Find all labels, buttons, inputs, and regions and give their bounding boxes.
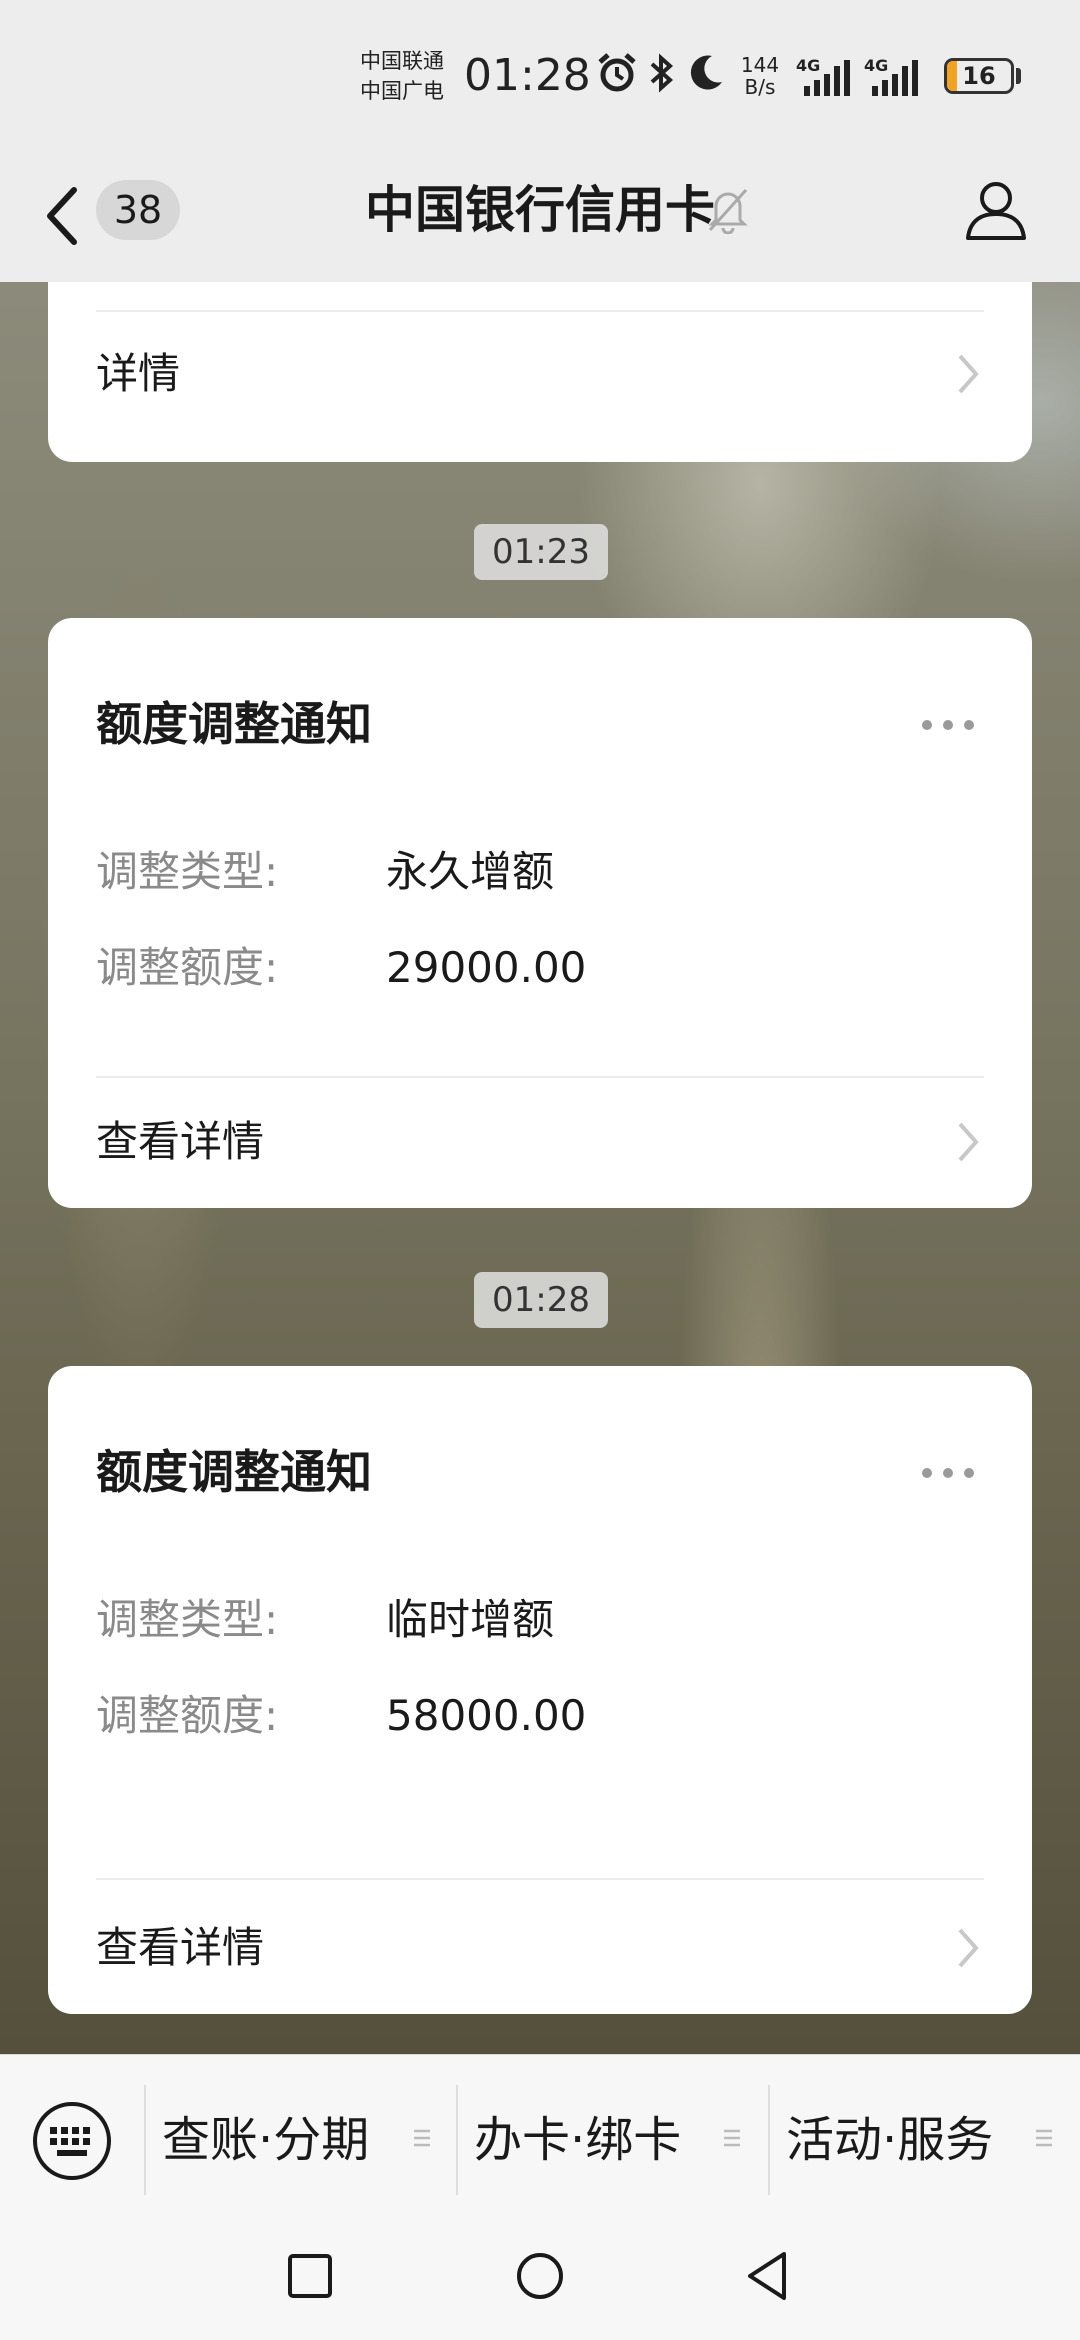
carrier-info: 中国联通 中国广电 — [360, 46, 460, 106]
view-details-label: 查看详情 — [96, 1923, 265, 1972]
mute-bell-icon — [708, 188, 748, 234]
battery-level: 16 — [962, 62, 996, 90]
adjustment-type-label: 调整类型: — [96, 1595, 279, 1644]
page-title: 中国银行信用卡 — [365, 181, 715, 239]
submenu-icon — [414, 2129, 430, 2147]
card-divider — [96, 1878, 984, 1880]
menu-divider — [456, 2085, 458, 2195]
menu-divider — [144, 2085, 146, 2195]
alarm-icon — [598, 53, 636, 92]
detail-link[interactable]: 详情 — [96, 346, 992, 402]
adjustment-amount-value: 29000.00 — [386, 943, 587, 992]
menu-item-activities-services[interactable]: 活动·服务 — [786, 2095, 993, 2185]
card-title: 额度调整通知 — [96, 697, 372, 751]
signal-icon — [804, 60, 850, 96]
net-speed-value: 144 — [740, 53, 780, 77]
card-title: 额度调整通知 — [96, 1445, 372, 1499]
carrier-name-2: 中国广电 — [360, 79, 444, 103]
menu-item-apply-bind-card[interactable]: 办卡·绑卡 — [474, 2095, 681, 2185]
system-nav-bar — [0, 2224, 1080, 2340]
timestamp: 01:23 — [474, 524, 608, 580]
adjustment-type-value: 永久增额 — [386, 847, 555, 896]
adjustment-type-value: 临时增额 — [386, 1595, 555, 1644]
view-details-label: 查看详情 — [96, 1117, 265, 1166]
home-icon[interactable] — [514, 2248, 566, 2304]
carrier-name-1: 中国联通 — [360, 49, 444, 73]
message-card[interactable]: 额度调整通知 调整类型: 永久增额 调整额度: 29000.00 查看详情 — [48, 618, 1032, 1208]
detail-link-label: 详情 — [96, 349, 181, 398]
view-details-link[interactable]: 查看详情 — [96, 1920, 992, 1976]
adjustment-amount-label: 调整额度: — [96, 1691, 279, 1740]
signal-icon — [872, 60, 918, 96]
submenu-icon — [1036, 2129, 1052, 2147]
card-divider — [96, 1076, 984, 1078]
adjustment-amount-value: 58000.00 — [386, 1691, 587, 1740]
profile-icon[interactable] — [964, 178, 1028, 242]
submenu-icon — [724, 2129, 740, 2147]
battery-tip — [1016, 68, 1021, 84]
view-details-link[interactable]: 查看详情 — [96, 1114, 992, 1170]
bluetooth-icon — [650, 53, 674, 93]
timestamp: 01:28 — [474, 1272, 608, 1328]
more-options-icon[interactable] — [920, 1466, 976, 1480]
moon-icon — [690, 55, 722, 90]
recent-apps-icon[interactable] — [284, 2248, 336, 2304]
adjustment-amount-label: 调整额度: — [96, 943, 279, 992]
battery-icon: 16 — [944, 58, 1014, 94]
card-divider — [96, 310, 984, 312]
more-options-icon[interactable] — [920, 718, 976, 732]
status-bar: 中国联通 中国广电 01:28 144 B/s 4G 4G 16 — [0, 0, 1080, 150]
adjustment-type-label: 调整类型: — [96, 847, 279, 896]
chevron-right-icon — [958, 1928, 979, 1968]
menu-item-bills-installments[interactable]: 查账·分期 — [162, 2095, 369, 2185]
service-menu-bar: 查账·分期 办卡·绑卡 活动·服务 — [0, 2054, 1080, 2225]
keyboard-toggle-icon[interactable] — [30, 2099, 114, 2183]
back-icon[interactable] — [742, 2248, 794, 2304]
status-clock: 01:28 — [464, 50, 591, 101]
net-speed-unit: B/s — [744, 75, 776, 99]
net-speed: 144 B/s — [740, 54, 780, 98]
menu-divider — [768, 2085, 770, 2195]
message-card-partial[interactable]: 详情 — [48, 282, 1032, 462]
chevron-right-icon — [958, 354, 979, 394]
message-card[interactable]: 额度调整通知 调整类型: 临时增额 调整额度: 58000.00 查看详情 — [48, 1366, 1032, 2014]
chevron-right-icon — [958, 1122, 979, 1162]
chat-area: 详情 01:23 额度调整通知 调整类型: 永久增额 调整额度: 29000.0… — [0, 282, 1080, 2054]
